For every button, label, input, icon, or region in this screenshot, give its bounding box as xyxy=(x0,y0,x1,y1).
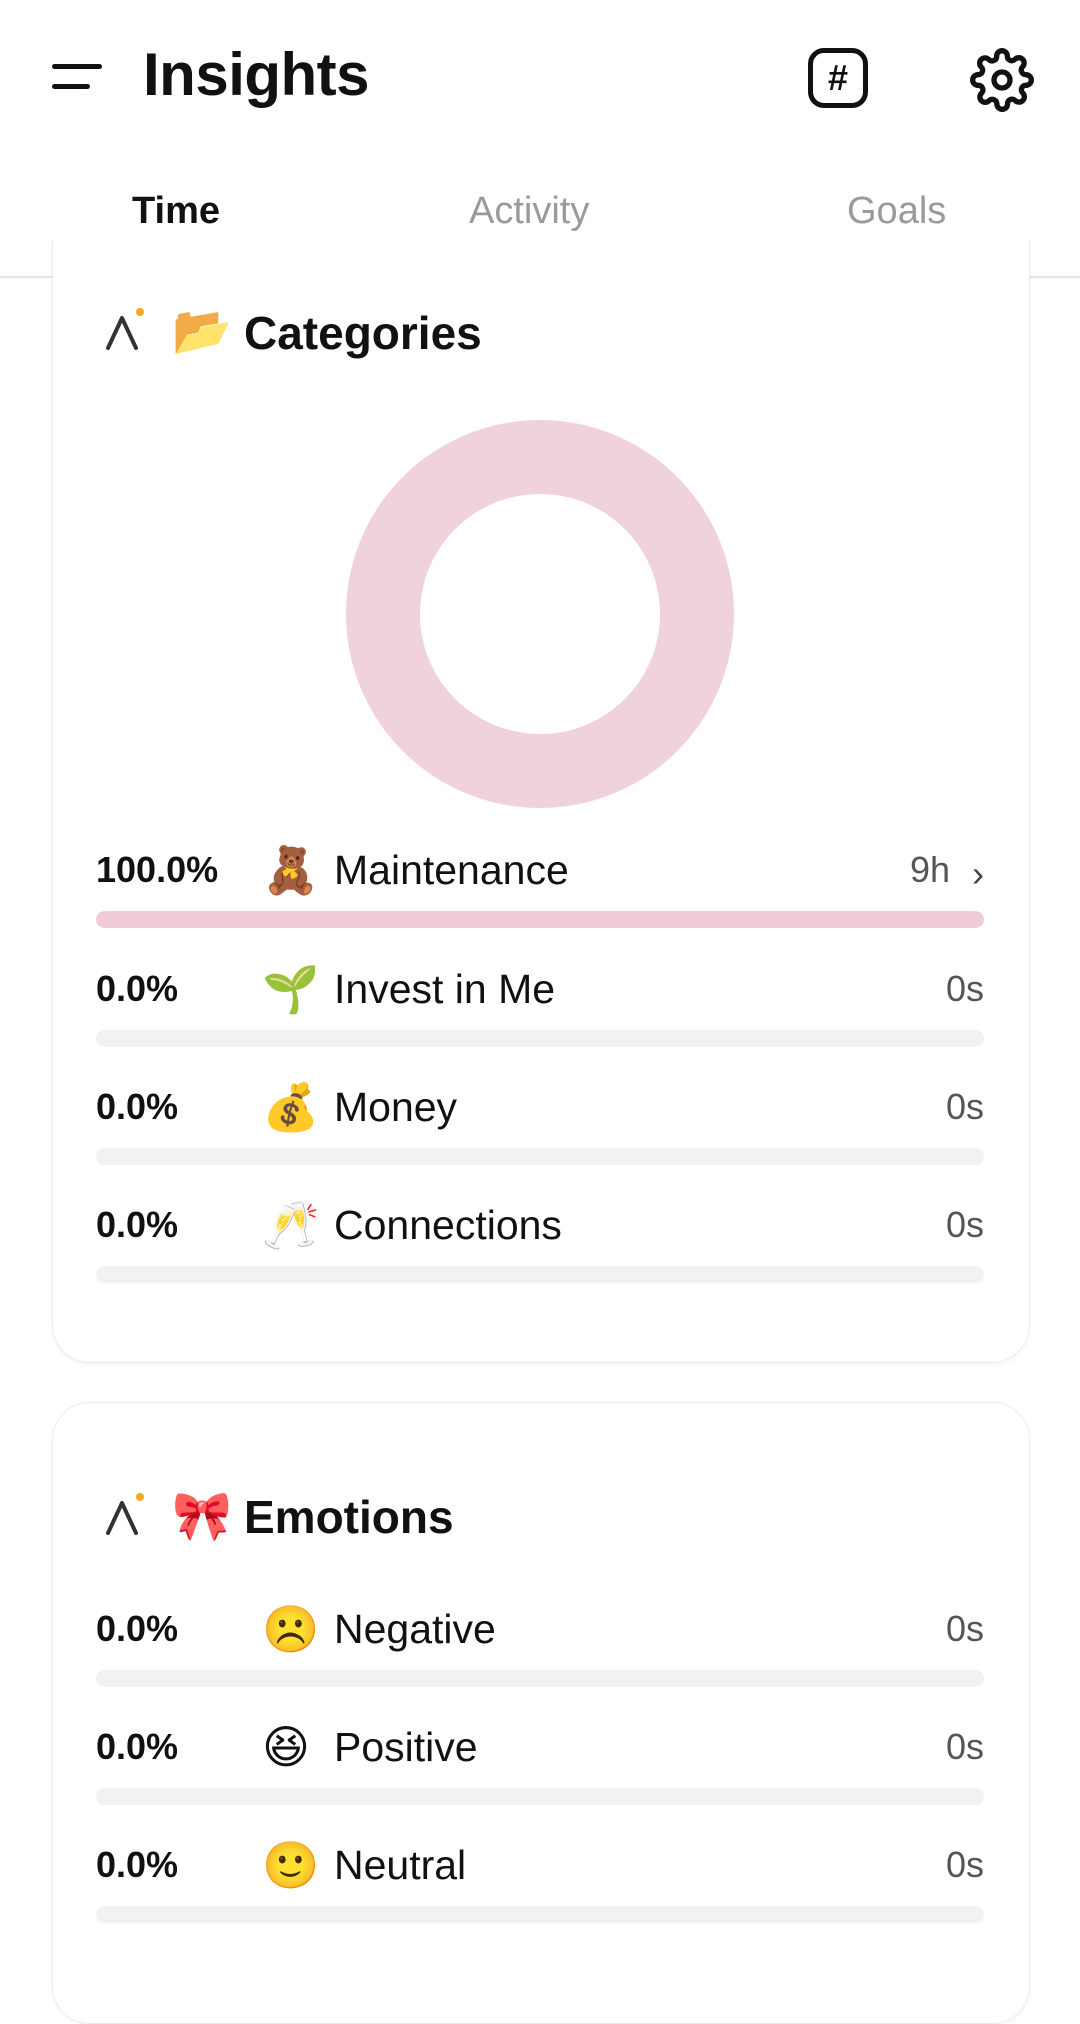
hashtag-icon[interactable]: # xyxy=(808,48,868,108)
progress-bar xyxy=(96,1906,984,1923)
duration-label: 0s xyxy=(945,1204,984,1245)
emotions-row[interactable]: 0.0% 🙂 Neutral 0s xyxy=(96,1839,984,1954)
emotions-title: Emotions xyxy=(244,1491,454,1543)
percentage-label: 0.0% xyxy=(96,1726,179,1767)
category-emoji-icon: 🙂 xyxy=(262,1839,320,1891)
duration-label: 9h xyxy=(909,849,950,890)
progress-bar xyxy=(96,911,984,928)
tab-time[interactable]: Time xyxy=(132,190,220,233)
tab-activity[interactable]: Activity xyxy=(469,190,589,233)
emotions-row[interactable]: 0.0% ☹️ Negative 0s xyxy=(96,1603,984,1718)
categories-row[interactable]: 100.0% 🧸 Maintenance 9h › xyxy=(96,844,984,959)
category-emoji-icon: 🧸 xyxy=(262,844,320,896)
duration-label: 0s xyxy=(945,1844,984,1885)
category-label: Maintenance xyxy=(334,847,569,893)
duration-label: 0s xyxy=(945,1726,984,1767)
page-title: Insights xyxy=(143,41,370,108)
progress-fill xyxy=(96,911,984,928)
category-emoji-icon: 🌱 xyxy=(262,963,320,1015)
categories-title: Categories xyxy=(244,307,482,359)
chevron-right-icon[interactable]: › xyxy=(972,853,984,895)
category-emoji-icon: ☹️ xyxy=(262,1603,320,1655)
category-emoji-icon: 🥂 xyxy=(262,1199,320,1251)
duration-label: 0s xyxy=(945,1608,984,1649)
duration-label: 0s xyxy=(945,968,984,1009)
percentage-label: 0.0% xyxy=(96,1844,179,1885)
categories-row[interactable]: 0.0% 💰 Money 0s xyxy=(96,1081,984,1196)
percentage-label: 0.0% xyxy=(96,1608,179,1649)
category-label: Connections xyxy=(334,1202,562,1248)
progress-bar xyxy=(96,1788,984,1805)
category-label: Invest in Me xyxy=(334,966,556,1012)
category-emoji-icon: 😆 xyxy=(262,1721,310,1773)
gear-icon[interactable] xyxy=(970,48,1034,112)
category-label: Money xyxy=(334,1084,458,1130)
progress-bar xyxy=(96,1266,984,1283)
category-label: Positive xyxy=(334,1724,478,1770)
categories-donut-chart xyxy=(346,420,734,808)
progress-bar xyxy=(96,1148,984,1165)
folder-icon: 📂 xyxy=(172,305,232,358)
category-label: Neutral xyxy=(334,1842,467,1888)
collapse-caret-icon[interactable] xyxy=(102,308,146,352)
percentage-label: 100.0% xyxy=(96,849,219,890)
ribbon-icon: 🎀 xyxy=(172,1490,232,1543)
duration-label: 0s xyxy=(945,1086,984,1127)
menu-icon[interactable] xyxy=(52,62,102,94)
percentage-label: 0.0% xyxy=(96,1086,179,1127)
app-header: Insights # xyxy=(0,0,1080,160)
categories-row[interactable]: 0.0% 🌱 Invest in Me 0s xyxy=(96,963,984,1078)
donut-segment-maintenance xyxy=(346,420,734,808)
category-label: Negative xyxy=(334,1606,496,1652)
collapse-caret-icon[interactable] xyxy=(102,1493,146,1537)
categories-row[interactable]: 0.0% 🥂 Connections 0s xyxy=(96,1199,984,1314)
percentage-label: 0.0% xyxy=(96,1204,179,1245)
progress-bar xyxy=(96,1030,984,1047)
progress-bar xyxy=(96,1670,984,1687)
tab-goals[interactable]: Goals xyxy=(847,190,946,233)
emotions-row[interactable]: 0.0% 😆 Positive 0s xyxy=(96,1721,984,1836)
percentage-label: 0.0% xyxy=(96,968,179,1009)
category-emoji-icon: 💰 xyxy=(262,1081,320,1133)
